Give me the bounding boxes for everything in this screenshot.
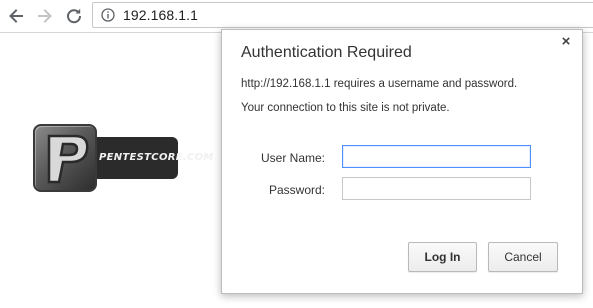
reload-icon <box>67 8 82 24</box>
password-field[interactable] <box>342 177 531 200</box>
dialog-message: http://192.168.1.1 requires a username a… <box>241 78 518 90</box>
username-label: User Name: <box>260 151 325 165</box>
address-bar[interactable]: 192.168.1.1 <box>92 2 593 28</box>
dialog-warning: Your connection to this site is not priv… <box>241 102 450 114</box>
back-arrow-icon <box>9 9 23 23</box>
logo-badge <box>33 124 97 192</box>
logo-text: PENTESTCORE.COM <box>99 152 214 163</box>
cancel-button[interactable]: Cancel <box>488 242 558 272</box>
back-button[interactable] <box>4 4 28 28</box>
password-label: Password: <box>268 183 325 197</box>
address-text: 192.168.1.1 <box>123 7 199 23</box>
username-field[interactable] <box>342 145 531 168</box>
info-icon[interactable] <box>101 8 115 22</box>
reload-button[interactable] <box>62 4 86 28</box>
logo-p-icon <box>47 134 89 184</box>
forward-arrow-icon <box>38 9 52 23</box>
forward-button[interactable] <box>33 4 57 28</box>
close-icon[interactable]: × <box>558 34 574 50</box>
pentestcore-logo: PENTESTCORE.COM <box>33 124 213 192</box>
auth-dialog: × Authentication Required http://192.168… <box>221 29 583 294</box>
dialog-title: Authentication Required <box>241 44 412 61</box>
login-button[interactable]: Log In <box>408 242 477 272</box>
